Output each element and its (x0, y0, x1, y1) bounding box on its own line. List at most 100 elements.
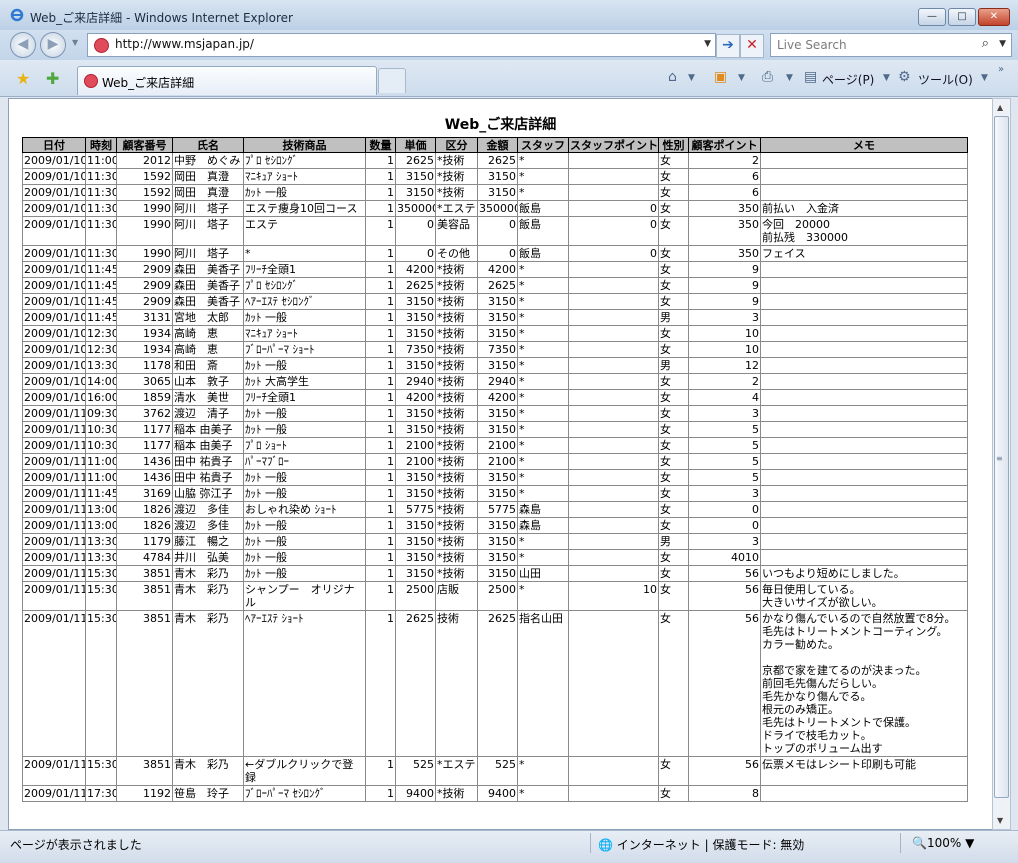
tab-current[interactable]: Web_ご来店詳細 (77, 66, 377, 95)
home-dropdown-icon[interactable]: ▼ (688, 73, 695, 83)
table-cell: 3150 (477, 517, 518, 534)
table-cell: 飯島 (517, 245, 569, 262)
search-icon[interactable]: ⌕ (982, 36, 989, 51)
table-cell: 清水 美世 (172, 389, 244, 406)
back-arrow-icon: ◀ (17, 36, 29, 52)
table-row[interactable]: 2009/01/10 11:45 2909 森田 美香子 ﾌﾟﾛ ｾｼﾛﾝｸﾞ 1 2625… (22, 277, 968, 294)
table-row[interactable]: 2009/01/11 15:30 3851 青木 彩乃 ｶｯﾄ 一般 1 3150 *技術 31… (22, 565, 968, 582)
url-input[interactable]: http://www.msjapan.jp/ (115, 37, 254, 51)
table-cell: 1 (365, 357, 396, 374)
history-dropdown-icon[interactable]: ▼ (72, 38, 78, 47)
table-cell: 1 (365, 469, 396, 486)
table-cell: 2100 (477, 453, 518, 470)
table-row[interactable]: 2009/01/10 11:45 3131 宮地 太郎 ｶｯﾄ 一般 1 3150 *技術 31… (22, 309, 968, 326)
stop-button[interactable]: ✕ (740, 34, 764, 58)
go-button[interactable]: ➔ (716, 34, 740, 58)
table-row[interactable]: 2009/01/10 14:00 3065 山本 敦子 ｶｯﾄ 大高学生 1 2940 *技術… (22, 373, 968, 390)
print-icon[interactable]: ⎙ (762, 69, 773, 85)
window-title: Web_ご来店詳細 - Windows Internet Explorer (30, 11, 293, 25)
tools-menu[interactable]: ツール(O) (918, 71, 973, 88)
search-box[interactable]: Live Search ⌕ ▼ (770, 33, 1012, 57)
search-dropdown-icon[interactable]: ▼ (999, 39, 1006, 49)
new-tab-button[interactable] (378, 68, 406, 93)
zoom-icon: 🔍 (912, 836, 927, 850)
table-row[interactable]: 2009/01/10 16:00 1859 清水 美世 ﾌﾘｰﾁ全頭1 1 4200 *技術 4… (22, 389, 968, 406)
table-cell: 5775 (477, 501, 518, 518)
table-row[interactable]: 2009/01/10 11:30 1592 岡田 真澄 ｶｯﾄ 一般 1 3150 *技術 31… (22, 184, 968, 201)
back-button[interactable]: ◀ (10, 32, 36, 58)
table-cell: 1592 (116, 184, 173, 201)
vertical-scrollbar[interactable]: ▲ ≡ ▼ (992, 98, 1011, 830)
zoom-control[interactable]: 🔍100% ▼ (912, 836, 974, 850)
address-dropdown-icon[interactable]: ▼ (704, 39, 711, 49)
table-row[interactable]: 2009/01/10 11:45 2909 森田 美香子 ﾌﾘｰﾁ全頭1 1 4200 *技術… (22, 261, 968, 278)
table-cell: 11:30 (85, 245, 117, 262)
column-header: 技術商品 (243, 137, 366, 153)
page-menu[interactable]: ページ(P) (822, 71, 874, 88)
table-row[interactable]: 2009/01/11 13:30 4784 井川 弘美 ｶｯﾄ 一般 1 3150 *技術 31… (22, 549, 968, 566)
table-cell: 1192 (116, 785, 173, 802)
minimize-button[interactable]: — (918, 8, 946, 26)
search-input[interactable]: Live Search (777, 38, 847, 52)
table-row[interactable]: 2009/01/10 12:30 1934 高崎 恵ﾌﾞﾛｰﾊﾟｰﾏ ｼｮｰﾄ 1 735… (22, 341, 968, 358)
table-row[interactable]: 2009/01/10 11:30 1990 阿川 塔子 * 1 0 その他 0 飯島 0 女 350 フェ… (22, 245, 968, 262)
table-cell: 10 (688, 325, 761, 342)
table-cell: ｶｯﾄ 一般 (243, 309, 366, 326)
table-row[interactable]: 2009/01/10 11:30 1990 阿川 塔子 エステ 1 0 美容品 0 飯島 0 女 350… (22, 216, 968, 246)
table-cell: 女 (658, 168, 689, 185)
table-row[interactable]: 2009/01/10 11:45 2909 森田 美香子 ﾍｱｰｴｽﾃ ｾｼﾛﾝｸﾞ 1 3… (22, 293, 968, 310)
feeds-icon[interactable]: ▣ (714, 69, 727, 85)
print-dropdown-icon[interactable]: ▼ (786, 73, 793, 83)
close-window-button[interactable]: ✕ (978, 8, 1010, 26)
table-row[interactable]: 2009/01/10 11:00 2012 中野 めぐみ ﾌﾟﾛ ｾｼﾛﾝｸﾞ 1 2625… (22, 152, 968, 169)
security-zone[interactable]: 🌐 インターネット | 保護モード: 無効 (598, 836, 804, 853)
tools-dropdown-icon[interactable]: ▼ (981, 73, 988, 83)
table-row[interactable]: 2009/01/11 13:00 1826 渡辺 多佳 おしゃれ染め ｼｮｰﾄ 1 5775… (22, 501, 968, 518)
table-row[interactable]: 2009/01/11 13:30 1179 藤江 暢之 ｶｯﾄ 一般 1 3150 *技術 31… (22, 533, 968, 550)
feeds-dropdown-icon[interactable]: ▼ (738, 73, 745, 83)
table-row[interactable]: 2009/01/11 17:30 1192 笹島 玲子 ﾌﾞﾛｰﾊﾟｰﾏ ｾｼﾛﾝｸﾞ 1… (22, 785, 968, 802)
table-row[interactable]: 2009/01/11 11:00 1436 田中 祐貴子 ｶｯﾄ 一般 1 3150 *技術 3… (22, 469, 968, 486)
table-cell: 女 (658, 373, 689, 390)
table-row[interactable]: 2009/01/11 11:00 1436 田中 祐貴子 ﾊﾟｰﾏﾌﾞﾛｰ 1 2100 *技… (22, 453, 968, 470)
table-cell: 6 (688, 168, 761, 185)
table-row[interactable]: 2009/01/11 13:00 1826 渡辺 多佳 ｶｯﾄ 一般 1 3150 *技術 31… (22, 517, 968, 534)
table-row[interactable]: 2009/01/11 10:30 1177 稲本 由美子 ﾌﾟﾛ ｼｮｰﾄ 1 2100 *技… (22, 437, 968, 454)
table-cell: * (517, 277, 569, 294)
table-cell: ｶｯﾄ 一般 (243, 469, 366, 486)
page-dropdown-icon[interactable]: ▼ (883, 73, 890, 83)
table-row[interactable]: 2009/01/11 10:30 1177 稲本 由美子 ｶｯﾄ 一般 1 3150 *技術 3… (22, 421, 968, 438)
maximize-button[interactable]: □ (948, 8, 976, 26)
table-cell: 525 (477, 756, 518, 786)
chevron-more-icon[interactable]: » (998, 64, 1004, 75)
table-row[interactable]: 2009/01/11 11:45 3169 山脇 弥江子 ｶｯﾄ 一般 1 3150 *技術 3… (22, 485, 968, 502)
globe-icon: 🌐 (598, 838, 613, 852)
table-cell: 3131 (116, 309, 173, 326)
forward-button[interactable]: ▶ (40, 32, 66, 58)
table-row[interactable]: 2009/01/10 12:30 1934 高崎 恵ﾏﾆｷｭｱ ｼｮｰﾄ 1 3150 *技… (22, 325, 968, 342)
table-row[interactable]: 2009/01/11 15:30 3851 青木 彩乃 ﾍｱｰｴｽﾃ ｼｮｰﾄ 1 2625… (22, 610, 968, 757)
home-icon[interactable]: ⌂ (668, 69, 677, 85)
scroll-down-icon[interactable]: ▼ (997, 816, 1003, 825)
add-favorites-icon[interactable]: ✚ (46, 69, 59, 88)
table-cell: 2009/01/11 (22, 533, 86, 550)
table-cell: 0 (477, 245, 518, 262)
favorites-star-icon[interactable]: ★ (16, 69, 30, 88)
address-bar[interactable]: http://www.msjapan.jp/ ▼ (87, 33, 716, 57)
table-row[interactable]: 2009/01/11 09:30 3762 渡辺 清子 ｶｯﾄ 一般 1 3150 *技術 31… (22, 405, 968, 422)
table-cell: 女 (658, 501, 689, 518)
scroll-up-icon[interactable]: ▲ (997, 103, 1003, 112)
table-row[interactable]: 2009/01/11 15:30 3851 青木 彩乃 シャンプー オリジナル 1 2500… (22, 581, 968, 611)
table-row[interactable]: 2009/01/10 13:30 1178 和田 斎ｶｯﾄ 一般 1 3150 *技術 315… (22, 357, 968, 374)
table-cell: ﾊﾟｰﾏﾌﾞﾛｰ (243, 453, 366, 470)
table-cell: 1826 (116, 517, 173, 534)
table-cell: 田中 祐貴子 (172, 453, 244, 470)
table-cell: * (517, 405, 569, 422)
table-row[interactable]: 2009/01/11 15:30 3851 青木 彩乃 ←ダブルクリックで登録 1 525 *… (22, 756, 968, 786)
table-cell: 3150 (477, 293, 518, 310)
table-row[interactable]: 2009/01/10 11:30 1592 岡田 真澄 ﾏﾆｷｭｱ ｼｮｰﾄ 1 3150 *… (22, 168, 968, 185)
table-cell: 1 (365, 437, 396, 454)
table-row[interactable]: 2009/01/10 11:30 1990 阿川 塔子 エステ痩身10回コース 1 3500… (22, 200, 968, 217)
table-cell: 3150 (477, 549, 518, 566)
table-cell: 3150 (395, 549, 436, 566)
